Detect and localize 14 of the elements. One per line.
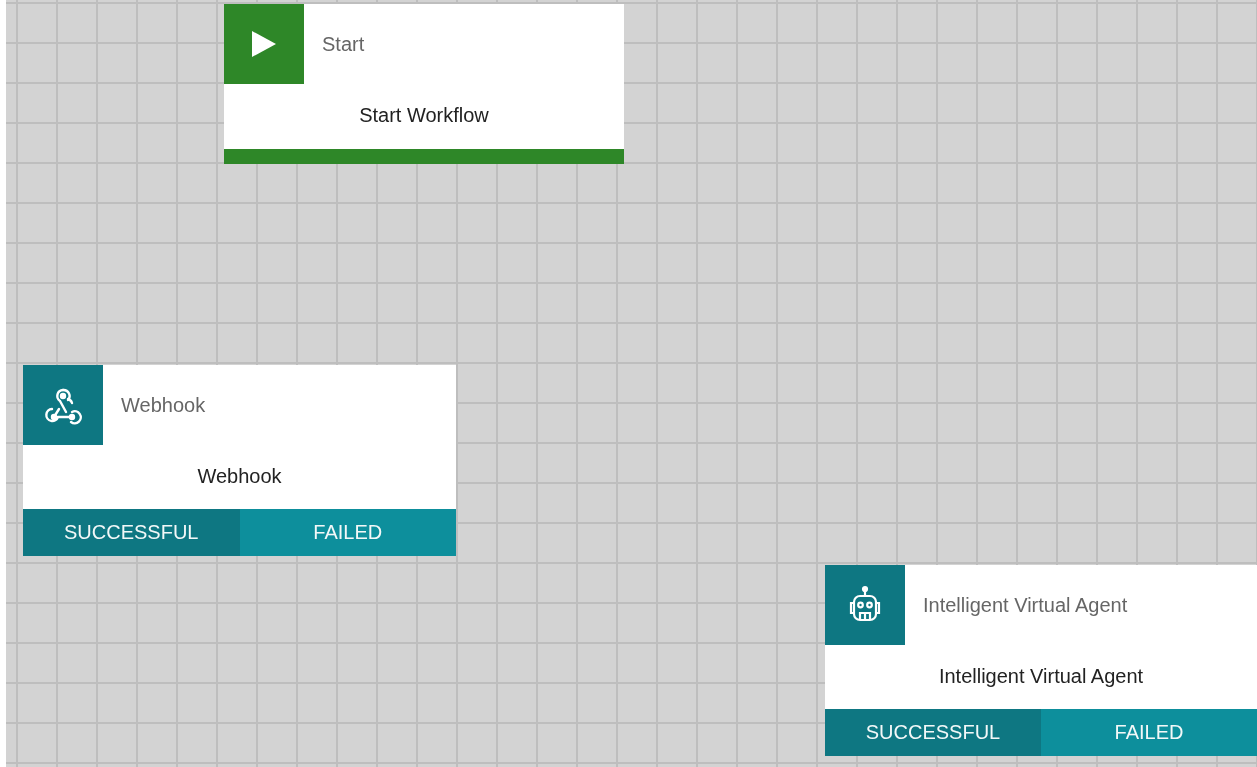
node-type-label: Start bbox=[322, 32, 365, 56]
node-title: Intelligent Virtual Agent bbox=[937, 664, 1145, 689]
workflow-node[interactable]: Start Start Workflow bbox=[224, 4, 624, 164]
play-icon bbox=[250, 29, 278, 59]
node-title: Webhook bbox=[196, 464, 283, 489]
outcome-button[interactable]: SUCCESSFUL bbox=[825, 709, 1041, 756]
outcome-button[interactable]: FAILED bbox=[239, 509, 456, 556]
outcome-button[interactable]: SUCCESSFUL bbox=[23, 509, 240, 556]
workflow-node[interactable]: Intelligent Virtual Agent Intelligent Virtual Agent SUCCESSFUL FAILED bbox=[825, 565, 1257, 756]
node-type-label: Intelligent Virtual Agent bbox=[923, 593, 1128, 617]
outcome-button[interactable]: FAILED bbox=[1041, 709, 1257, 756]
node-type-label: Webhook bbox=[121, 393, 206, 417]
workflow-node[interactable]: Webhook Webhook SUCCESSFUL FAILED bbox=[23, 365, 456, 556]
node-title: Start Workflow bbox=[358, 103, 490, 128]
